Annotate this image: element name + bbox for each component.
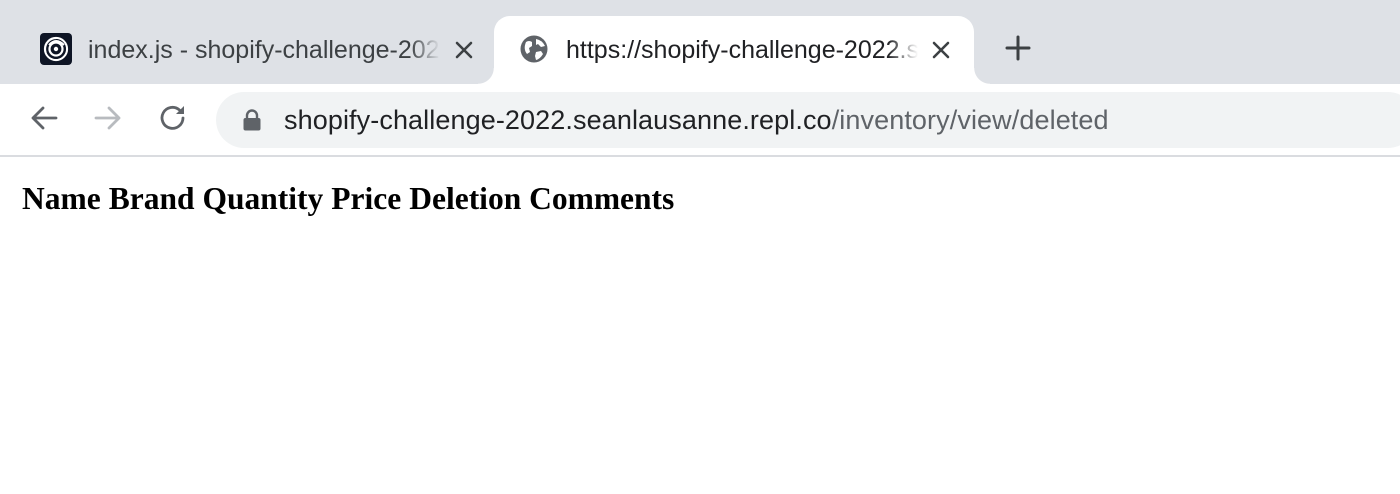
arrow-left-icon (29, 103, 59, 138)
page-content: Name Brand Quantity Price Deletion Comme… (0, 159, 1400, 494)
close-icon[interactable] (928, 37, 954, 63)
tab-index-js[interactable]: index.js - shopify-challenge-2022 (0, 16, 494, 84)
browser-toolbar: shopify-challenge-2022.seanlausanne.repl… (0, 84, 1400, 157)
tab-title-fade (888, 34, 918, 66)
arrow-right-icon (93, 103, 123, 138)
reload-icon (158, 103, 188, 138)
tab-title-fade (410, 34, 440, 66)
lock-icon[interactable] (242, 109, 262, 131)
column-header-deletion-comments: Deletion Comments (409, 181, 675, 216)
tab-strip: index.js - shopify-challenge-2022 https:… (0, 0, 1400, 84)
back-button[interactable] (26, 102, 62, 138)
column-header-quantity: Quantity (202, 181, 324, 216)
tab-inventory-deleted[interactable]: https://shopify-challenge-2022.seanlausa… (478, 16, 990, 84)
globe-icon (518, 33, 550, 65)
forward-button[interactable] (90, 102, 126, 138)
column-header-brand: Brand (108, 181, 195, 216)
url-host: shopify-challenge-2022.seanlausanne.repl… (284, 105, 832, 135)
tab-title: https://shopify-challenge-2022.seanlausa… (566, 36, 918, 64)
replit-spiral-icon (40, 33, 72, 65)
plus-icon (1005, 35, 1031, 66)
tab-title: index.js - shopify-challenge-2022 (88, 36, 440, 64)
table-header-row: Name Brand Quantity Price Deletion Comme… (22, 181, 674, 217)
reload-button[interactable] (155, 102, 191, 138)
url-text[interactable]: shopify-challenge-2022.seanlausanne.repl… (284, 92, 1109, 148)
column-header-price: Price (331, 181, 402, 216)
close-icon[interactable] (451, 37, 477, 63)
url-path: /inventory/view/deleted (831, 105, 1109, 135)
column-header-name: Name (22, 181, 101, 216)
address-bar[interactable]: shopify-challenge-2022.seanlausanne.repl… (216, 92, 1400, 148)
new-tab-button[interactable] (1000, 32, 1036, 68)
